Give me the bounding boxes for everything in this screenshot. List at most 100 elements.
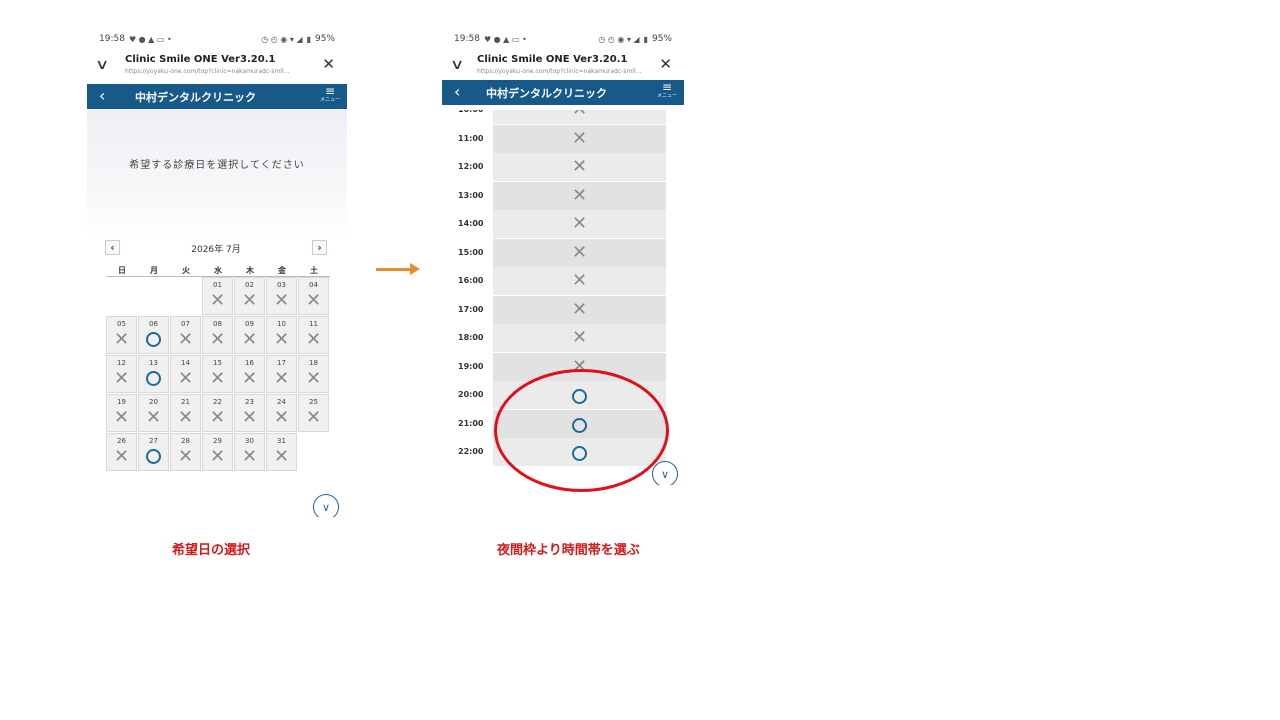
calendar-day-cell[interactable]: 31 ✕: [266, 433, 297, 471]
slot-cell[interactable]: ✕: [493, 267, 666, 295]
calendar-day-cell[interactable]: 12 ✕: [106, 355, 137, 393]
slot-time: 19:00: [458, 361, 484, 371]
unavailable-mark-icon: ✕: [241, 368, 258, 389]
calendar-day-cell[interactable]: 29 ✕: [202, 433, 233, 471]
time-slot-row[interactable]: 12:00 ✕: [442, 153, 684, 181]
calendar-day-cell[interactable]: 08 ✕: [202, 316, 233, 354]
calendar-day-cell[interactable]: 16 ✕: [234, 355, 265, 393]
day-number: 24: [277, 398, 286, 406]
calendar-day-cell[interactable]: 14 ✕: [170, 355, 201, 393]
browser-url: https://yoyaku-one.com/top?clinic=nakamu…: [477, 68, 642, 75]
unavailable-mark-icon: ✕: [113, 446, 130, 467]
calendar-day-cell[interactable]: 28 ✕: [170, 433, 201, 471]
chevron-down-icon[interactable]: ∨: [450, 57, 464, 73]
calendar-day-cell[interactable]: 30 ✕: [234, 433, 265, 471]
day-number: 14: [181, 359, 190, 367]
slot-cell[interactable]: ✕: [493, 124, 666, 153]
calendar-day-cell[interactable]: 18 ✕: [298, 355, 329, 393]
menu-button[interactable]: ≡ メニュー: [656, 81, 678, 99]
close-icon[interactable]: ✕: [659, 55, 672, 73]
calendar-day-cell[interactable]: 17 ✕: [266, 355, 297, 393]
slot-cell[interactable]: ✕: [493, 238, 666, 267]
calendar-day-cell[interactable]: 01 ✕: [202, 277, 233, 315]
calendar-day-cell[interactable]: 11 ✕: [298, 316, 329, 354]
calendar-day-cell[interactable]: 04 ✕: [298, 277, 329, 315]
unavailable-mark-icon: ✕: [241, 329, 258, 350]
unavailable-mark-icon: ✕: [241, 446, 258, 467]
calendar-day-cell[interactable]: 22 ✕: [202, 394, 233, 432]
slot-cell[interactable]: ✕: [493, 153, 666, 181]
day-number: 13: [149, 359, 158, 367]
weekday-label: 月: [150, 266, 158, 275]
clinic-title: 中村デンタルクリニック: [135, 91, 256, 104]
calendar-day-cell[interactable]: 10 ✕: [266, 316, 297, 354]
unavailable-mark-icon: ✕: [305, 290, 322, 311]
month-label: 2026年 7月: [191, 245, 241, 255]
unavailable-mark-icon: ✕: [209, 290, 226, 311]
battery-icon: ▮: [306, 34, 311, 44]
unavailable-mark-icon: ✕: [571, 327, 588, 348]
slot-time: 20:00: [458, 390, 484, 399]
day-number: 30: [245, 437, 254, 445]
available-mark-icon: [139, 330, 168, 352]
scroll-down-button[interactable]: ∨: [313, 494, 339, 517]
slot-cell[interactable]: ✕: [493, 324, 666, 352]
calendar-day-cell[interactable]: 02 ✕: [234, 277, 265, 315]
weekday-label: 日: [118, 266, 126, 275]
unavailable-mark-icon: ✕: [273, 407, 290, 428]
time-slot-row[interactable]: 13:00 ✕: [442, 181, 684, 210]
next-month-button[interactable]: ›: [312, 240, 327, 255]
status-time: 19:58: [99, 34, 125, 44]
calendar-day-cell[interactable]: 26 ✕: [106, 433, 137, 471]
time-slot-row[interactable]: 18:00 ✕: [442, 324, 684, 352]
calendar-day-cell[interactable]: 09 ✕: [234, 316, 265, 354]
calendar-day-cell[interactable]: 24 ✕: [266, 394, 297, 432]
system-icons: ◷ ◴ ◉ ▾ ◢: [261, 34, 303, 44]
select-date-prompt: 希望する診療日を選択してください: [129, 160, 305, 171]
calendar-day-cell[interactable]: 23 ✕: [234, 394, 265, 432]
status-bar: 19:58 ♥ ● ▲ ▭ • ◷ ◴ ◉ ▾ ◢ ▮ 95%: [442, 27, 684, 51]
calendar-day-cell[interactable]: 19 ✕: [106, 394, 137, 432]
calendar-day-cell[interactable]: 03 ✕: [266, 277, 297, 315]
menu-label: メニュー: [656, 93, 677, 99]
unavailable-mark-icon: ✕: [571, 156, 588, 177]
menu-button[interactable]: ≡ メニュー: [319, 85, 341, 103]
time-slot-row[interactable]: 15:00 ✕: [442, 238, 684, 267]
battery-icon: ▮: [643, 34, 648, 44]
close-icon[interactable]: ✕: [322, 55, 335, 73]
battery-level: 95%: [651, 34, 672, 44]
unavailable-mark-icon: ✕: [209, 329, 226, 350]
browser-bar: ∨ Clinic Smile ONE Ver3.20.1 https://yoy…: [87, 51, 347, 81]
day-number: 23: [245, 398, 254, 406]
slot-cell[interactable]: ✕: [493, 181, 666, 210]
calendar-day-cell[interactable]: 06: [138, 316, 169, 354]
slot-cell[interactable]: ✕: [493, 295, 666, 324]
calendar-day-cell[interactable]: 07 ✕: [170, 316, 201, 354]
back-icon[interactable]: ‹: [454, 82, 460, 101]
calendar-day-cell[interactable]: 27: [138, 433, 169, 471]
slot-cell[interactable]: ✕: [493, 210, 666, 238]
slot-time: 12:00: [458, 162, 484, 171]
time-slot-row[interactable]: 14:00 ✕: [442, 210, 684, 238]
day-number: 26: [117, 437, 126, 445]
calendar-day-cell[interactable]: 20 ✕: [138, 394, 169, 432]
weekday-label: 火: [182, 266, 190, 275]
day-number: 15: [213, 359, 222, 367]
time-slot-row[interactable]: 11:00 ✕: [442, 124, 684, 153]
calendar-day-cell[interactable]: 05 ✕: [106, 316, 137, 354]
time-slot-row[interactable]: 16:00 ✕: [442, 267, 684, 295]
chevron-down-icon[interactable]: ∨: [95, 57, 109, 73]
time-slot-row[interactable]: 17:00 ✕: [442, 295, 684, 324]
slot-time: 14:00: [458, 219, 484, 228]
day-number: 10: [277, 320, 286, 328]
unavailable-mark-icon: ✕: [177, 329, 194, 350]
calendar-day-cell[interactable]: 25 ✕: [298, 394, 329, 432]
calendar-day-cell[interactable]: 13: [138, 355, 169, 393]
day-number: 28: [181, 437, 190, 445]
scroll-down-button[interactable]: ∨: [652, 461, 678, 485]
calendar-day-cell[interactable]: 15 ✕: [202, 355, 233, 393]
calendar-day-cell[interactable]: 21 ✕: [170, 394, 201, 432]
day-number: 29: [213, 437, 222, 445]
caption-select-date: 希望日の選択: [172, 543, 251, 558]
back-icon[interactable]: ‹: [99, 86, 105, 105]
